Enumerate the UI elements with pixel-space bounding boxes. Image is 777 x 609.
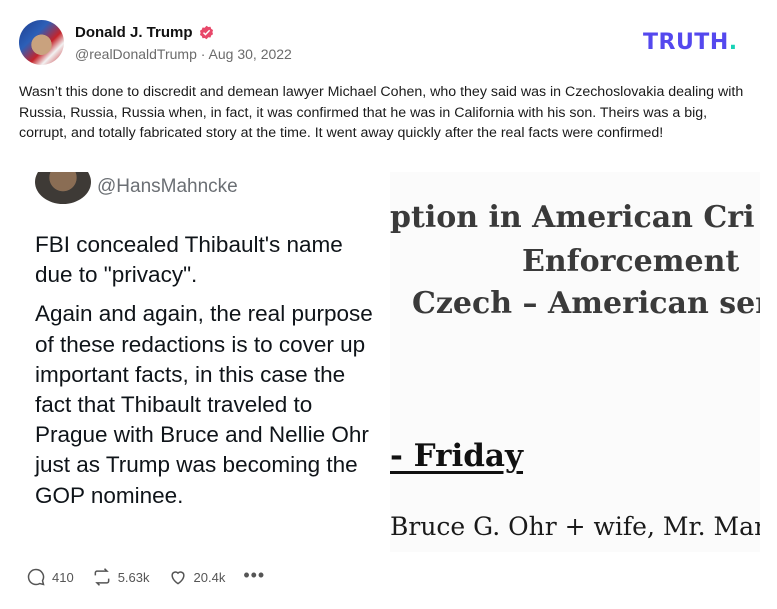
- author-name-row: Donald J. Trump: [75, 24, 214, 41]
- doc-line-3: Czech – American ser: [412, 286, 760, 321]
- retruth-button[interactable]: 5.63k: [92, 567, 150, 587]
- post-media-image[interactable]: @HansMahncke FBI concealed Thibault's na…: [19, 172, 760, 552]
- brand-dot: .: [728, 30, 738, 55]
- retruth-icon: [94, 568, 110, 586]
- tweet-paragraph-2: Again and again, the real purpose of the…: [35, 301, 373, 508]
- heart-icon: [170, 571, 185, 585]
- reply-button[interactable]: 410: [26, 567, 74, 587]
- doc-line-2: Enforcement: [522, 244, 740, 279]
- post-text: Wasn’t this done to discredit and demean…: [19, 84, 744, 141]
- handle[interactable]: @realDonaldTrump: [75, 46, 197, 62]
- tweet-paragraph-1: FBI concealed Thibault's name due to "pr…: [35, 232, 343, 288]
- doc-line-5: Bruce G. Ohr + wife, Mr. Mark D: [390, 512, 760, 541]
- separator: ·: [200, 46, 206, 62]
- avatar[interactable]: [19, 20, 64, 65]
- doc-line-1: ption in American Cri: [390, 200, 755, 235]
- handle-row: @realDonaldTrump · Aug 30, 2022: [75, 46, 292, 62]
- display-name[interactable]: Donald J. Trump: [75, 24, 193, 41]
- action-bar: 410 5.63k 20.4k •••: [26, 565, 265, 587]
- reply-icon: [27, 568, 45, 586]
- verified-badge-icon: [199, 25, 213, 40]
- post-date[interactable]: Aug 30, 2022: [209, 46, 292, 62]
- reply-count: 410: [52, 569, 74, 585]
- tweet-avatar: [35, 172, 91, 204]
- tweet-handle: @HansMahncke: [97, 176, 238, 197]
- like-button[interactable]: 20.4k: [168, 567, 226, 587]
- retruth-count: 5.63k: [117, 569, 150, 585]
- doc-line-4: - Friday: [390, 438, 524, 474]
- tweet-body: FBI concealed Thibault's name due to "pr…: [35, 230, 375, 520]
- more-options-button[interactable]: •••: [243, 565, 265, 586]
- like-count: 20.4k: [193, 569, 226, 585]
- brand-name: TRUTH: [643, 30, 729, 55]
- document-scan: ption in American Cri Enforcement Czech …: [390, 172, 760, 552]
- truth-logo: TRUTH.: [643, 30, 738, 55]
